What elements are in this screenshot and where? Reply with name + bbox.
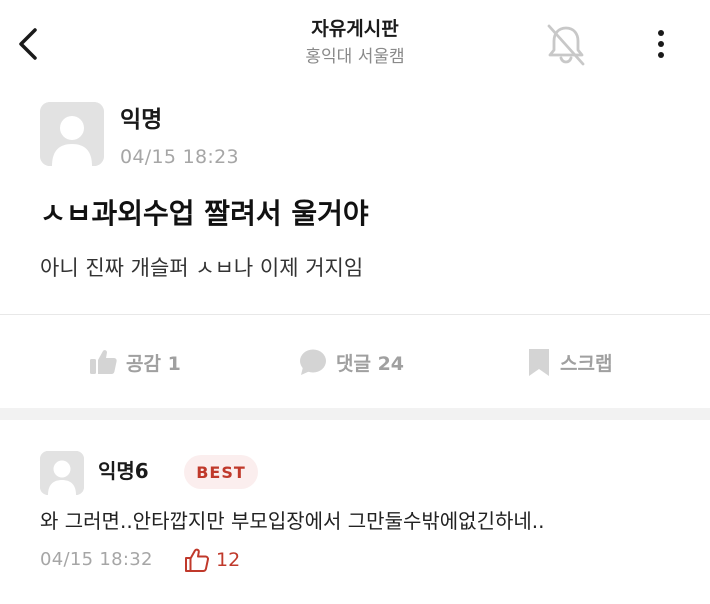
thumbs-up-outline-icon (185, 548, 209, 572)
comment-button[interactable]: 댓글 24 (298, 344, 404, 380)
section-divider (0, 408, 710, 420)
default-profile-icon (40, 451, 84, 495)
post-author-name: 익명 (120, 107, 163, 133)
post-author-avatar (40, 102, 104, 166)
comment-body: 와 그러면..안타깝지만 부모입장에서 그만둘수밖에없긴하네.. (40, 509, 545, 533)
more-options-button[interactable] (644, 22, 678, 66)
more-vertical-icon (658, 30, 664, 58)
like-button[interactable]: 공감 1 (88, 344, 181, 380)
bookmark-icon (529, 349, 549, 376)
like-label: 공감 1 (126, 352, 181, 375)
comment-author-name: 익명6 (98, 459, 149, 483)
bell-off-icon (547, 24, 585, 66)
post-body: 아니 진짜 개슬퍼 ㅅㅂ나 이제 거지임 (40, 256, 364, 280)
top-bar: 자유게시판 홍익대 서울캠 (0, 0, 710, 88)
header-titles: 자유게시판 홍익대 서울캠 (0, 16, 710, 70)
comment-label: 댓글 24 (336, 352, 405, 375)
school-name: 홍익대 서울캠 (305, 47, 405, 67)
post-actions: 공감 1 댓글 24 스크랩 (0, 316, 710, 408)
board-title: 자유게시판 (311, 18, 399, 40)
post-timestamp: 04/15 18:23 (120, 146, 239, 168)
comment-timestamp: 04/15 18:32 (40, 549, 153, 570)
thumbs-up-icon (90, 350, 117, 374)
post-title: ㅅㅂ과외수업 짤려서 울거야 (40, 197, 369, 230)
comment-like-button[interactable]: 12 (184, 545, 240, 575)
default-profile-icon (40, 102, 104, 166)
comment-bubble-icon (300, 349, 326, 375)
divider (0, 314, 710, 315)
scrap-button[interactable]: 스크랩 (526, 344, 612, 380)
comment-author-avatar (40, 451, 84, 495)
comment-like-count: 12 (216, 549, 241, 571)
best-badge: BEST (184, 455, 258, 489)
notification-toggle-button[interactable] (543, 20, 589, 68)
scrap-label: 스크랩 (560, 352, 613, 375)
